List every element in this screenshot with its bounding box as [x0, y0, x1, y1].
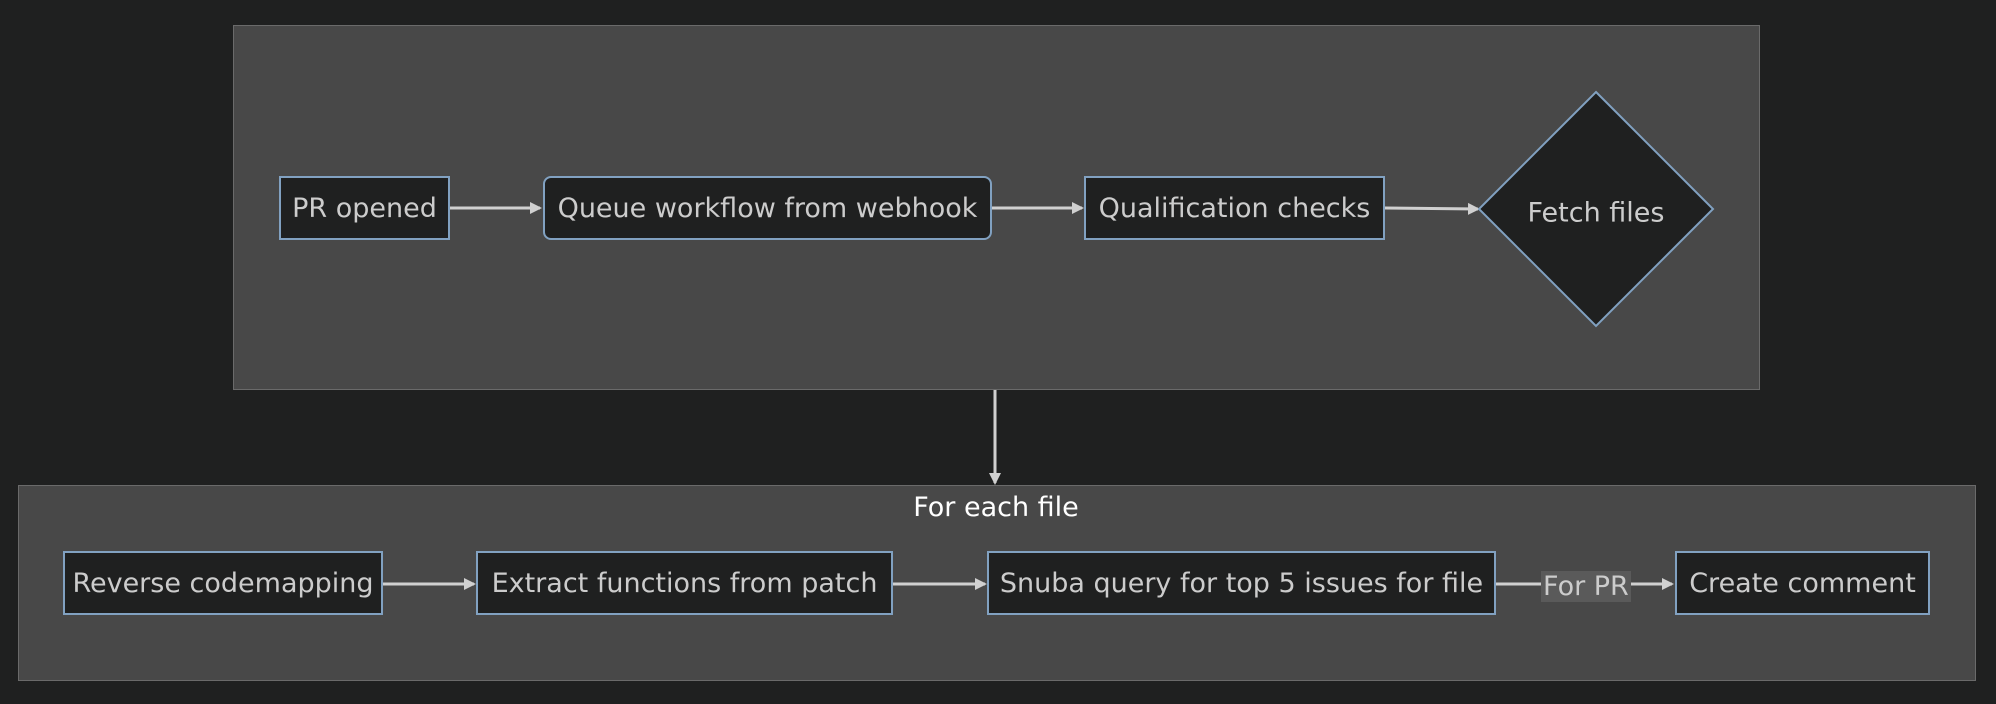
node-extract-functions[interactable]: Extract functions from patch — [476, 551, 893, 615]
node-create-comment[interactable]: Create comment — [1675, 551, 1930, 615]
edge-qualification-to-fetch — [1384, 202, 1480, 215]
node-pr-opened[interactable]: PR opened — [279, 176, 450, 240]
node-queue-workflow[interactable]: Queue workflow from webhook — [543, 176, 992, 240]
node-reverse-codemapping[interactable]: Reverse codemapping — [63, 551, 383, 615]
edge-label-for-pr: For PR — [1541, 571, 1631, 602]
node-qualification-checks[interactable]: Qualification checks — [1084, 176, 1385, 240]
node-fetch-files-label: Fetch files — [1527, 197, 1665, 229]
node-snuba-query[interactable]: Snuba query for top 5 issues for file — [987, 551, 1496, 615]
